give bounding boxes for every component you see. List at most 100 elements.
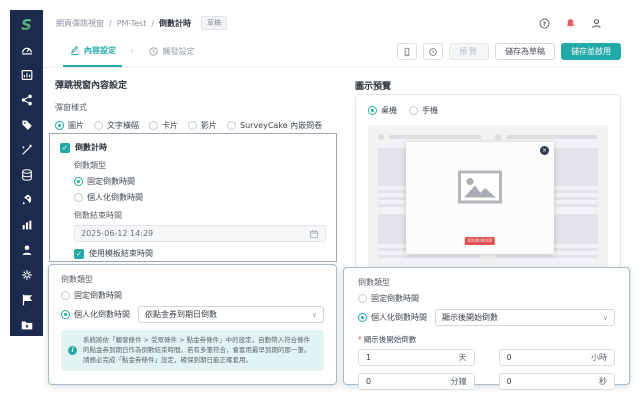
tab-trigger-settings[interactable]: 觸發設定	[142, 36, 201, 67]
countdown-toggle-label: 倒數計時	[75, 142, 107, 153]
database-icon[interactable]	[19, 167, 34, 182]
radio-icon	[74, 193, 83, 202]
select-value: 依點金券到期日倒數	[145, 309, 217, 320]
info-icon: i	[68, 346, 77, 355]
popup-style-options: 圖片 文字橫幅 卡片 影片 SurveyCake 內嵌問卷	[55, 120, 337, 131]
breadcrumb-separator: /	[151, 19, 154, 28]
top-header: 網頁彈跳視窗 / PM-Test / 倒數計時 草稿 ?	[43, 10, 625, 36]
chevron-down-icon: ∨	[312, 311, 317, 319]
radio-icon	[55, 121, 64, 130]
countdown-type-label: 倒數類型	[61, 274, 324, 285]
countdown-type-label: 倒數類型	[74, 160, 326, 171]
history-button[interactable]	[423, 43, 443, 60]
dashboard-icon[interactable]	[19, 42, 34, 57]
radio-icon	[61, 310, 70, 319]
magic-wand-icon[interactable]	[19, 142, 34, 157]
notification-bell-icon[interactable]	[564, 17, 577, 30]
settings-gear-icon[interactable]	[19, 267, 34, 282]
radio-icon	[188, 121, 197, 130]
breadcrumb-item[interactable]: 網頁彈跳視窗	[56, 18, 104, 29]
start-countdown-label: 顯示後開始倒數	[364, 334, 417, 345]
style-option-image[interactable]: 圖片	[55, 120, 84, 131]
preview-modal: × 00:00:00:00	[406, 142, 554, 254]
analytics-icon[interactable]	[19, 67, 34, 82]
brand-logo[interactable]: S	[19, 17, 34, 32]
help-icon[interactable]: ?	[538, 17, 551, 30]
user-icon[interactable]	[19, 242, 34, 257]
breadcrumb-separator: /	[109, 19, 112, 28]
end-time-label: 倒數結束時間	[74, 210, 326, 221]
seconds-input[interactable]: 0 秒	[499, 373, 616, 390]
voucher-countdown-callout: 倒數類型 固定倒數時間 個人化倒數時間 依點金券到期日倒數 ∨ i 系統將依「觸…	[48, 264, 337, 385]
flag-icon[interactable]	[19, 292, 34, 307]
countdown-type-label: 倒數類型	[358, 277, 615, 288]
use-template-checkbox[interactable]: ✓	[74, 249, 84, 259]
mobile-icon	[402, 47, 412, 57]
bar-chart-icon[interactable]	[19, 217, 34, 232]
device-preview-button[interactable]	[397, 43, 417, 60]
required-asterisk: *	[358, 335, 362, 344]
use-template-label: 使用模板結束時間	[89, 248, 153, 259]
style-option-video[interactable]: 影片	[188, 120, 217, 131]
personal-countdown-radio[interactable]: 個人化倒數時間	[358, 312, 427, 323]
info-text: 系統將依「觸發條件 > 受眾條件 > 點金券條件」中的設定，自動帶入符合條件的點…	[83, 336, 316, 356]
personal-countdown-radio[interactable]: 個人化倒數時間	[61, 309, 130, 320]
fixed-countdown-radio[interactable]: 固定倒數時間	[61, 290, 324, 301]
countdown-mode-select[interactable]: 顯示後開始倒數 ∨	[435, 309, 615, 326]
tab-content-settings[interactable]: 內容設定	[63, 36, 122, 67]
radio-icon	[149, 121, 158, 130]
radio-icon	[409, 106, 418, 115]
radio-icon	[61, 291, 70, 300]
save-activate-button[interactable]: 儲存並啟用	[561, 43, 621, 60]
info-text: 請務必完成「點金券條件」設定，確保到期日能正確套用。	[83, 356, 316, 366]
personal-countdown-radio[interactable]: 個人化倒數時間	[74, 192, 326, 203]
save-draft-button[interactable]: 儲存為草稿	[495, 43, 555, 60]
svg-text:?: ?	[543, 19, 547, 27]
minutes-input[interactable]: 0 分鐘	[358, 373, 475, 390]
breadcrumb: 網頁彈跳視窗 / PM-Test / 倒數計時 草稿	[56, 16, 227, 30]
style-option-text-banner[interactable]: 文字橫幅	[94, 120, 139, 131]
display-countdown-callout: 倒數類型 固定倒數時間 個人化倒數時間 顯示後開始倒數 ∨ * 顯示後開始倒數 …	[343, 267, 630, 385]
app-window: S 網頁彈跳視窗 / PM-Test	[0, 0, 639, 400]
countdown-checkbox[interactable]: ✓	[60, 143, 70, 153]
style-option-card[interactable]: 卡片	[149, 120, 178, 131]
rocket-icon[interactable]	[19, 192, 34, 207]
sidebar: S	[10, 10, 43, 336]
hours-input[interactable]: 0 小時	[499, 349, 616, 366]
history-clock-icon	[428, 47, 438, 57]
chevron-down-icon: ∨	[603, 314, 608, 322]
calendar-icon	[309, 229, 319, 239]
share-icon[interactable]	[19, 92, 34, 107]
unit-label: 小時	[591, 352, 607, 363]
countdown-section: ✓ 倒數計時 倒數類型 固定倒數時間 個人化倒數時間 倒數結束時間 2025-0…	[49, 133, 337, 262]
breadcrumb-item[interactable]: PM-Test	[117, 19, 147, 28]
tag-icon[interactable]	[19, 117, 34, 132]
countdown-mode-select[interactable]: 依點金券到期日倒數 ∨	[138, 306, 324, 323]
radio-icon	[368, 106, 377, 115]
unit-label: 秒	[599, 376, 607, 387]
style-option-surveycake[interactable]: SurveyCake 內嵌問卷	[227, 120, 322, 131]
duration-inputs: 1 天 0 小時 0 分鐘 0 秒	[358, 349, 615, 390]
preview-button[interactable]: 預覽	[449, 43, 489, 60]
popup-style-label: 彈窗樣式	[55, 102, 337, 113]
days-input[interactable]: 1 天	[358, 349, 475, 366]
fixed-countdown-radio[interactable]: 固定倒數時間	[358, 293, 615, 304]
device-desktop-radio[interactable]: 桌機	[368, 105, 397, 116]
unit-label: 天	[459, 352, 467, 363]
breadcrumb-current: 倒數計時	[159, 18, 191, 29]
end-time-value: 2025-06-12 14:29	[81, 229, 153, 238]
folder-upload-icon[interactable]	[19, 317, 34, 332]
end-time-input[interactable]: 2025-06-12 14:29	[74, 225, 326, 242]
account-icon[interactable]	[590, 17, 603, 30]
radio-icon	[358, 313, 367, 322]
trigger-tab-icon	[148, 46, 159, 57]
info-box: i 系統將依「觸發條件 > 受眾條件 > 點金券條件」中的設定，自動帶入符合條件…	[61, 330, 324, 371]
popup-preview-mock: × 00:00:00:00	[368, 125, 608, 270]
unit-label: 分鐘	[451, 376, 467, 387]
status-badge: 草稿	[201, 16, 227, 30]
device-mobile-radio[interactable]: 手機	[409, 105, 438, 116]
tab-label: 觸發設定	[163, 46, 195, 57]
fixed-countdown-radio[interactable]: 固定倒數時間	[74, 176, 326, 187]
panel-title: 彈跳視窗內容設定	[55, 78, 337, 91]
tab-label: 內容設定	[84, 45, 116, 56]
